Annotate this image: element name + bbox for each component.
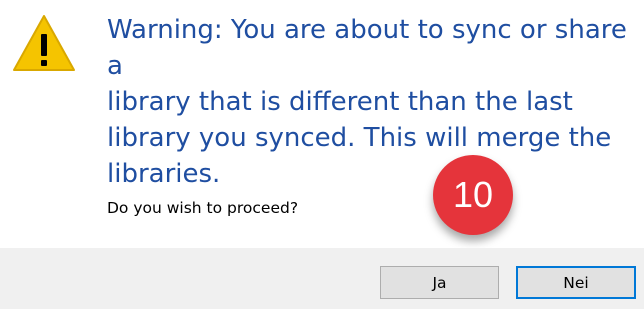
dialog-button-bar: Ja Nei bbox=[0, 248, 644, 309]
warning-icon bbox=[13, 15, 75, 71]
no-button[interactable]: Nei bbox=[516, 266, 636, 299]
proceed-question: Do you wish to proceed? bbox=[107, 199, 299, 217]
step-number-badge: 10 bbox=[433, 155, 513, 235]
warning-message: Warning: You are about to sync or share … bbox=[107, 15, 627, 189]
yes-button[interactable]: Ja bbox=[380, 266, 499, 299]
warning-dialog: Warning: You are about to sync or share … bbox=[0, 0, 644, 309]
